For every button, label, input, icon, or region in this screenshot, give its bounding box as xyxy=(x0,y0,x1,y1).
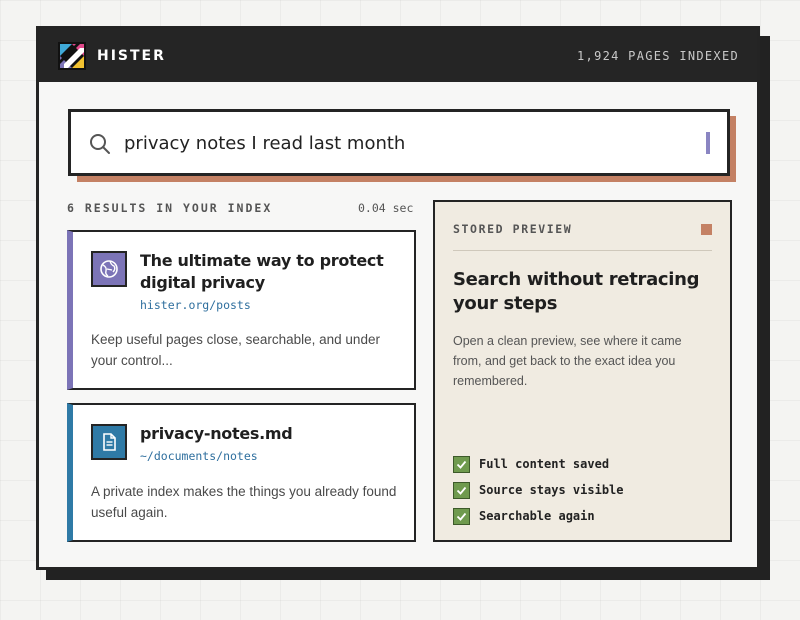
result-url[interactable]: hister.org/posts xyxy=(140,298,251,312)
result-card[interactable]: The ultimate way to protect digital priv… xyxy=(67,230,416,390)
feature-item: Full content saved xyxy=(453,451,624,477)
pages-indexed-count: 1,924 PAGES INDEXED xyxy=(577,49,739,63)
result-description: Keep useful pages close, searchable, and… xyxy=(91,332,380,368)
preview-marker xyxy=(701,224,712,235)
feature-label: Source stays visible xyxy=(479,483,624,497)
app-name: HISTER xyxy=(97,48,166,64)
results-time: 0.04 sec xyxy=(358,201,414,215)
results-count: 6 RESULTS IN YOUR INDEX xyxy=(67,201,273,215)
globe-icon xyxy=(91,251,127,287)
divider xyxy=(453,250,712,251)
search-box[interactable]: privacy notes I read last month xyxy=(68,109,730,176)
search-input[interactable]: privacy notes I read last month xyxy=(124,133,405,154)
app-window: HISTER 1,924 PAGES INDEXED privacy notes… xyxy=(36,26,760,570)
stored-preview-panel: STORED PREVIEW Search without retracing … xyxy=(433,200,732,542)
result-title[interactable]: privacy-notes.md xyxy=(140,423,405,445)
result-description: A private index makes the things you alr… xyxy=(91,484,397,520)
checkmark-icon xyxy=(453,507,470,525)
text-caret xyxy=(706,132,710,154)
preview-label: STORED PREVIEW xyxy=(453,222,573,236)
result-title[interactable]: The ultimate way to protect digital priv… xyxy=(140,250,405,294)
feature-item: Searchable again xyxy=(453,503,624,529)
search-icon xyxy=(90,134,110,154)
feature-list: Full content saved Source stays visible … xyxy=(453,451,624,529)
title-bar: HISTER 1,924 PAGES INDEXED xyxy=(39,29,757,82)
hister-logo-icon xyxy=(58,42,86,70)
preview-description: Open a clean preview, see where it came … xyxy=(453,334,682,388)
result-card[interactable]: privacy-notes.md ~/documents/notes A pri… xyxy=(67,403,416,542)
preview-title: Search without retracing your steps xyxy=(453,269,700,314)
document-icon xyxy=(91,424,127,460)
feature-label: Full content saved xyxy=(479,457,610,471)
checkmark-icon xyxy=(453,455,470,473)
feature-item: Source stays visible xyxy=(453,477,624,503)
checkmark-icon xyxy=(453,481,470,499)
feature-label: Searchable again xyxy=(479,509,595,523)
result-url[interactable]: ~/documents/notes xyxy=(140,449,258,463)
